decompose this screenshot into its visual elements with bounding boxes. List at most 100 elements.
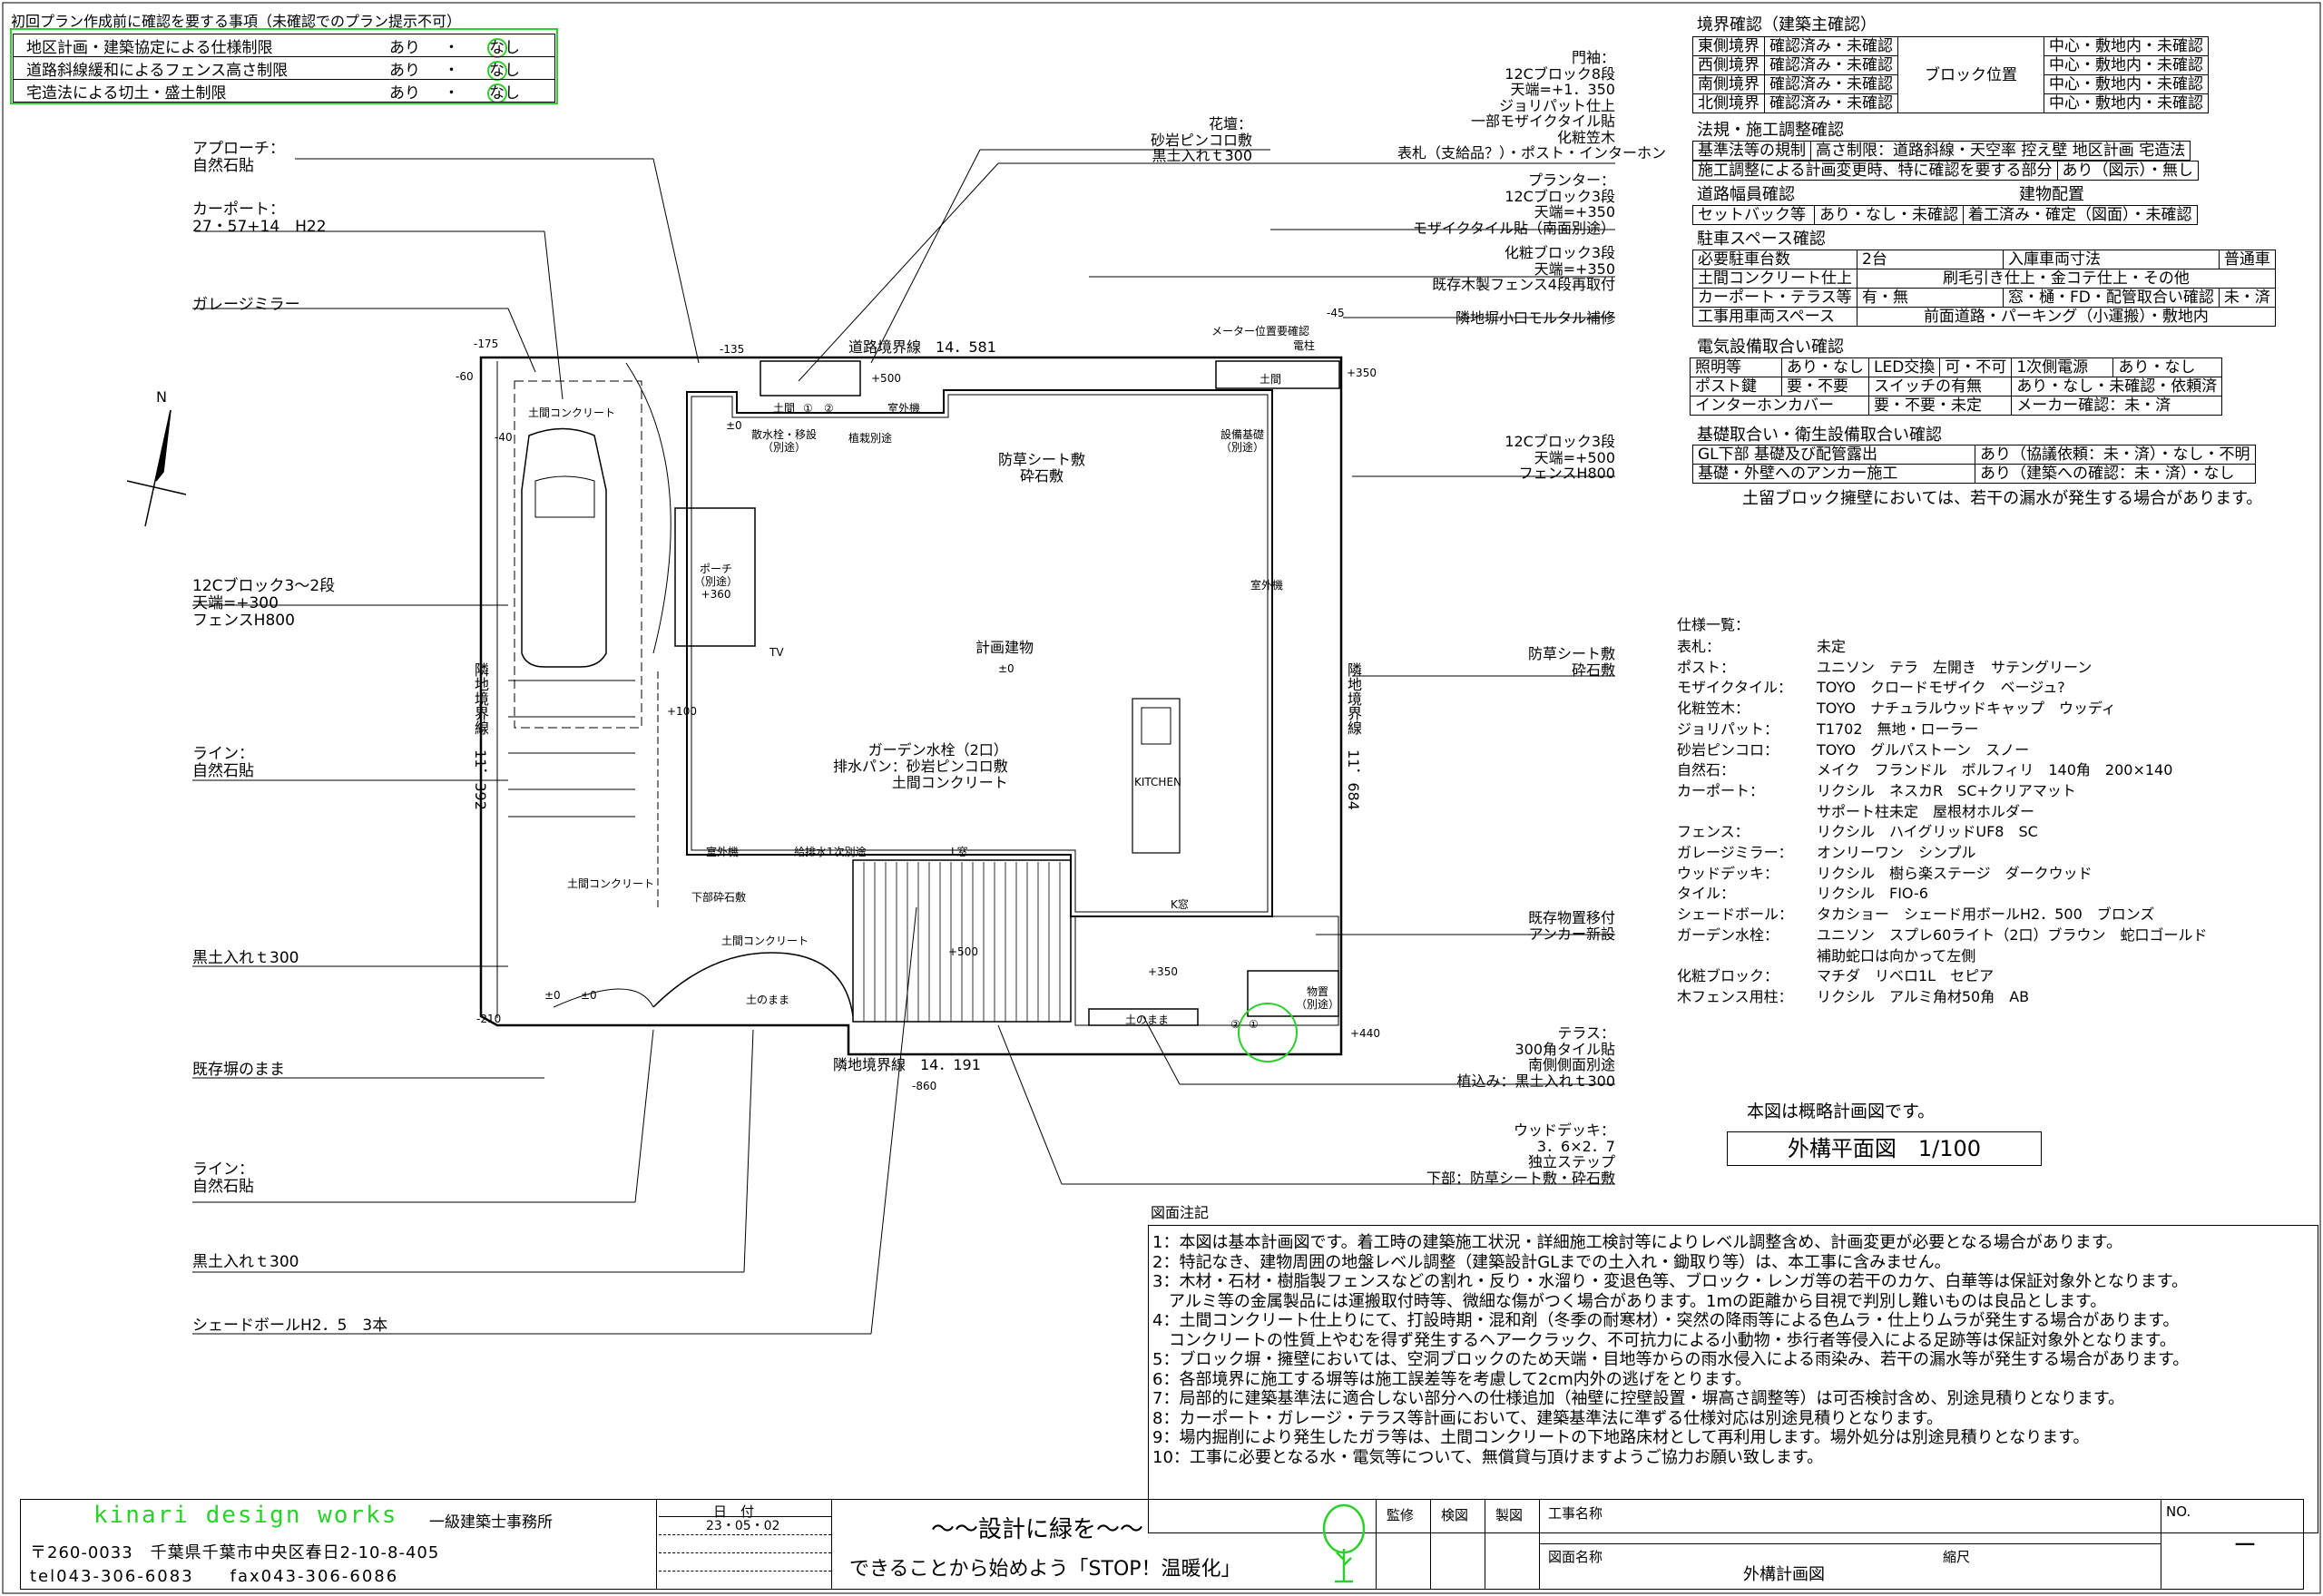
level-mark: -45: [1327, 307, 1345, 319]
cell: 要・不要: [1781, 377, 1869, 397]
label-deco-block: 化粧ブロック3段 天端=+350 既存木製フェンス4段再取付: [1432, 244, 1615, 293]
note-line: 9：場内掘削により発生したガラ等は、土間コンクリートの下地路床材として再利用しま…: [1152, 1428, 2090, 1447]
electric-table: 照明等 あり・なし LED交換 可・不可 1次側電源 あり・なし ポスト鍵 要・…: [1690, 357, 2223, 416]
site-boundary: [479, 356, 1343, 1056]
block-position: ブロック位置: [1897, 36, 2044, 113]
spec-row: 木フェンス用柱： リクシル アルミ角材50角 AB: [1677, 987, 2208, 1008]
level-mark: +500: [948, 945, 978, 958]
cell: あり（図示）・無し: [2056, 161, 2199, 181]
road-title: 道路幅員確認: [1697, 185, 1795, 204]
level-mark: -135: [720, 343, 745, 356]
label-line-stone-2: ライン： 自然石貼: [192, 1160, 254, 1196]
check-opt: なし: [489, 83, 520, 103]
spec-title: 仕様一覧：: [1677, 616, 1750, 633]
plan-note: K窓: [1171, 898, 1189, 911]
check-sep: ・: [444, 38, 459, 57]
spec-value: リクシル ハイグリッドUF8 SC: [1817, 823, 2038, 841]
level-mark: +500: [871, 372, 901, 385]
company-sub: 一級建築士事務所: [429, 1513, 553, 1532]
tv-label: TV: [769, 646, 784, 659]
check-item: 道路斜線緩和によるフェンス高さ制限: [26, 61, 289, 80]
cell: 中心・敷地内・未確認: [2044, 93, 2209, 113]
top-check-table: 地区計画・建築協定による仕様制限 あり ・ なし 道路斜線緩和によるフェンス高さ…: [13, 34, 555, 103]
spec-value: リクシル FIO-6: [1817, 885, 1928, 903]
plan-note: 土間: [773, 402, 796, 415]
cell: 有・無: [1857, 288, 2004, 308]
cell: セットバック等: [1692, 205, 1815, 225]
cell: あり・なし・未確認: [1814, 205, 1964, 225]
spec-row: ガレージミラー： オンリーワン シンプル: [1677, 843, 2208, 864]
spec-key: [1677, 802, 1817, 823]
spec-row: 化粧ブロック： マチダ リベロ1L セピア: [1677, 966, 2208, 987]
cell: インターホンカバー: [1690, 396, 1869, 416]
check-opt: なし: [489, 61, 520, 80]
building-level: ±0: [998, 662, 1014, 675]
plan-note: 室外機: [1250, 579, 1284, 592]
spec-value: マチダ リベロ1L セピア: [1817, 967, 1995, 985]
level-mark: ±0: [544, 989, 561, 1002]
level-mark: +440: [1350, 1027, 1380, 1040]
law-title: 法規・施工調整確認: [1697, 121, 1844, 140]
north-arrow: [126, 409, 187, 527]
cell: 中心・敷地内・未確認: [2044, 55, 2209, 75]
label-shade-pole: シェードボールH2．5 3本: [192, 1317, 388, 1335]
plan-note: 土のまま: [1125, 1013, 1170, 1026]
check-item: 地区計画・建築協定による仕様制限: [26, 38, 273, 57]
notes-title: 図面注記: [1151, 1204, 1210, 1221]
cell: 前面道路・パーキング（小運搬）・敷地内: [1857, 307, 2276, 327]
spec-value: 補助蛇口は向かって左側: [1817, 946, 1976, 964]
cell: 入庫車両寸法: [2003, 250, 2220, 269]
spec-row: ポスト： ユニソン テラ 左開き サテングリーン: [1677, 658, 2208, 679]
spec-value: ユニソン テラ 左開き サテングリーン: [1817, 658, 2093, 676]
road-boundary: 道路境界線 14．581: [848, 338, 996, 356]
cell: あり（建築への確認：未・済）・なし: [1975, 464, 2256, 484]
garden-tap-label: ガーデン水栓（2口） 排水パン：砂岩ピンコロ敷 土間コンクリート: [833, 741, 1008, 791]
plan-note: 土のまま: [746, 994, 790, 1006]
no-label: NO.: [2166, 1503, 2191, 1520]
plan-note: 室外機: [706, 846, 740, 858]
plan-note: 土間コンクリート: [721, 935, 809, 947]
label-wall-repair: 隣地塀小口モルタル補修: [1455, 309, 1615, 327]
cell: LED交換: [1867, 357, 1941, 377]
label-black-soil: 黒土入れｔ300: [192, 949, 299, 967]
seizu-cell: 製図: [1485, 1500, 1540, 1589]
porch-label: ポーチ （別途） +360: [693, 563, 738, 601]
spec-value: 未定: [1817, 638, 1847, 655]
top-check-title: 初回プラン作成前に確認を要する事項（未確認でのプラン提示不可）: [11, 13, 462, 30]
note-line: 8：カーポート・ガレージ・テラス等計画において、建築基準法に準ずる仕様対応は別途…: [1152, 1408, 1943, 1428]
note-line: 2：特記なき、建物周囲の地盤レベル調整（建築設計GLまでの土入れ・鋤取り等）は、…: [1152, 1252, 1951, 1272]
cell: 着工済み・確定（図面）・未確認: [1963, 205, 2198, 225]
project-label: 工事名称: [1548, 1505, 1603, 1522]
kitchen-label: KITCHEN: [1134, 776, 1181, 788]
cell: 照明等: [1690, 357, 1782, 377]
spec-row: 表札： 未定: [1677, 637, 2208, 658]
spec-value: TOYO グルパストーン スノー: [1817, 740, 2030, 759]
highlight-marks: [10, 28, 1298, 1062]
note-line: 5：ブロック塀・擁壁においては、空洞ブロックのため天端・目地等からの雨水侵入によ…: [1152, 1350, 2190, 1369]
spec-row: ウッドデッキ： リクシル 樹ら楽ステージ ダークウッド: [1677, 864, 2208, 885]
check-opt: なし: [489, 38, 520, 57]
plan-note: 土間コンクリート: [567, 877, 655, 890]
plan-note: 電柱: [1293, 339, 1316, 352]
slogan-2: できることから始めよう「STOP！温暖化」: [849, 1558, 1241, 1581]
spec-value: リクシル ネスカR SC+クリアマット: [1817, 781, 2076, 799]
label-shed-move: 既存物置移付 アンカー新設: [1527, 909, 1615, 943]
spec-row: ガーデン水栓： ユニソン スプレ60ライト（2口）ブラウン 蛇口ゴールド: [1677, 925, 2208, 946]
cell: 確認済み・未確認: [1764, 93, 1898, 113]
south-boundary: 隣地境界線 14．191: [833, 1056, 981, 1073]
spec-row: モザイクタイル： TOYO クロードモザイク ベージュ?: [1677, 678, 2208, 699]
date-value: 23・05・02: [706, 1519, 780, 1533]
note-line: 3：木材・石材・樹脂製フェンスなどの割れ・反り・水溜り・変退色等、ブロック・レン…: [1152, 1272, 2188, 1291]
spec-key: ガーデン水栓：: [1677, 925, 1779, 944]
spec-row: シェードボール： タカショー シェード用ボールH2．500 ブロンズ: [1677, 905, 2208, 925]
cell: 必要駐車台数: [1692, 250, 1857, 269]
spec-row: 砂岩ピンコロ： TOYO グルパストーン スノー: [1677, 740, 2208, 761]
level-mark: -210: [476, 1013, 502, 1025]
cell: 可・不可: [1939, 357, 2013, 377]
label-block-fence: 12Cブロック3～2段 天端=+300 フェンスH800: [192, 577, 336, 630]
cell: 普通車: [2218, 250, 2276, 269]
spec-key: 木フェンス用柱：: [1677, 987, 1793, 1005]
spec-key: 化粧笠木：: [1677, 700, 1750, 718]
plan-note: 室外機: [887, 402, 921, 415]
plan-note: 給排水1次別途: [794, 846, 867, 858]
